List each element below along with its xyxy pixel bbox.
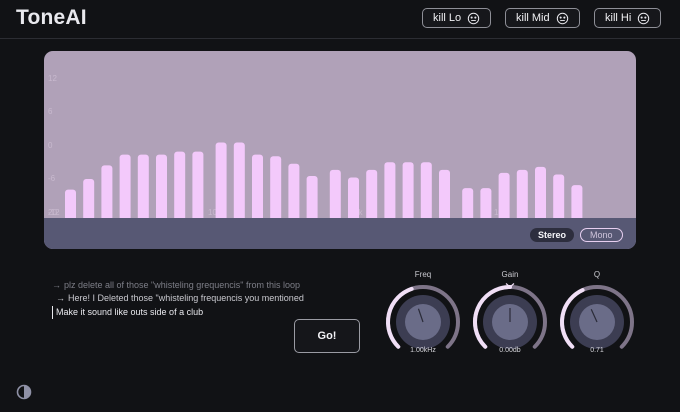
eq-band-bar bbox=[420, 162, 432, 223]
eq-band-bar bbox=[553, 174, 565, 223]
app-title: ToneAI bbox=[16, 6, 87, 29]
eq-y-tick-label: 6 bbox=[48, 107, 53, 116]
arrow-right-icon: → bbox=[56, 293, 65, 303]
eq-band-bar bbox=[402, 162, 414, 223]
kill-mid-label: kill Mid bbox=[516, 12, 550, 24]
eq-band-bar bbox=[348, 177, 359, 223]
q-knob-label: Q bbox=[593, 270, 601, 279]
freq-knob-value: 1.00kHz bbox=[410, 347, 436, 354]
chat-message-assistant: → Here! I Deleted those "whisteling freq… bbox=[52, 292, 352, 305]
gain-knob-label: Gain bbox=[501, 270, 519, 279]
eq-band-bar bbox=[252, 154, 263, 223]
kill-hi-label: kill Hi bbox=[605, 12, 632, 24]
prompt-input[interactable]: Make it sound like outs side of a club bbox=[52, 306, 352, 319]
eq-y-tick-label: -6 bbox=[48, 174, 56, 183]
eq-band-bar bbox=[535, 166, 546, 223]
eq-band-bar bbox=[233, 142, 245, 223]
kill-hi-button[interactable]: kill Hi bbox=[594, 8, 662, 28]
eq-band-bar bbox=[384, 162, 396, 223]
eq-visualizer[interactable]: 1260-6-12 201001k10k bbox=[44, 51, 636, 249]
top-bar: ToneAI kill Lo kill Mid kill Hi bbox=[0, 0, 680, 39]
stereo-option[interactable]: Stereo bbox=[530, 228, 575, 242]
skull-icon bbox=[638, 12, 650, 24]
eq-band-bar bbox=[101, 165, 113, 223]
eq-band-bar bbox=[174, 151, 186, 223]
eq-band-bar bbox=[439, 169, 450, 223]
eq-y-tick-label: 0 bbox=[48, 141, 53, 150]
chat-message-text: plz delete all of those "whisteling greq… bbox=[64, 280, 301, 290]
eq-band-bar bbox=[516, 169, 528, 223]
eq-band-bar bbox=[366, 169, 378, 223]
q-knob-value: 0.71 bbox=[590, 347, 604, 354]
eq-band-bar bbox=[119, 154, 131, 223]
eq-band-bar bbox=[329, 169, 341, 223]
eq-band-bar bbox=[83, 179, 95, 223]
channel-mode-toggle[interactable]: Stereo Mono bbox=[530, 228, 623, 242]
theme-toggle-icon[interactable] bbox=[16, 384, 32, 400]
eq-band-bar bbox=[270, 156, 282, 223]
chat-panel: → plz delete all of those "whisteling gr… bbox=[52, 279, 352, 319]
eq-band-bar bbox=[156, 154, 167, 223]
skull-icon bbox=[556, 12, 568, 24]
eq-x-tick-label: 20 bbox=[48, 208, 57, 217]
freq-knob-label: Freq bbox=[414, 270, 432, 279]
chat-message-user: → plz delete all of those "whisteling gr… bbox=[52, 279, 352, 292]
kill-lo-label: kill Lo bbox=[433, 12, 462, 24]
arrow-right-icon: → bbox=[52, 280, 61, 290]
mono-option[interactable]: Mono bbox=[580, 228, 623, 242]
kill-lo-button[interactable]: kill Lo bbox=[422, 8, 492, 28]
eq-band-bar bbox=[498, 172, 510, 223]
eq-band-bar bbox=[288, 163, 300, 223]
gain-knob-value: 0.00db bbox=[499, 347, 521, 354]
kill-mid-button[interactable]: kill Mid bbox=[505, 8, 580, 28]
eq-y-tick-label: 12 bbox=[48, 74, 57, 83]
eq-band-bar bbox=[306, 175, 318, 223]
eq-band-bar bbox=[215, 142, 227, 223]
go-button[interactable]: Go! bbox=[294, 319, 360, 353]
chat-message-text: Here! I Deleted those "whisteling freque… bbox=[68, 293, 304, 303]
eq-band-bar bbox=[137, 154, 149, 223]
eq-band-bar bbox=[192, 151, 204, 223]
skull-icon bbox=[467, 12, 480, 24]
